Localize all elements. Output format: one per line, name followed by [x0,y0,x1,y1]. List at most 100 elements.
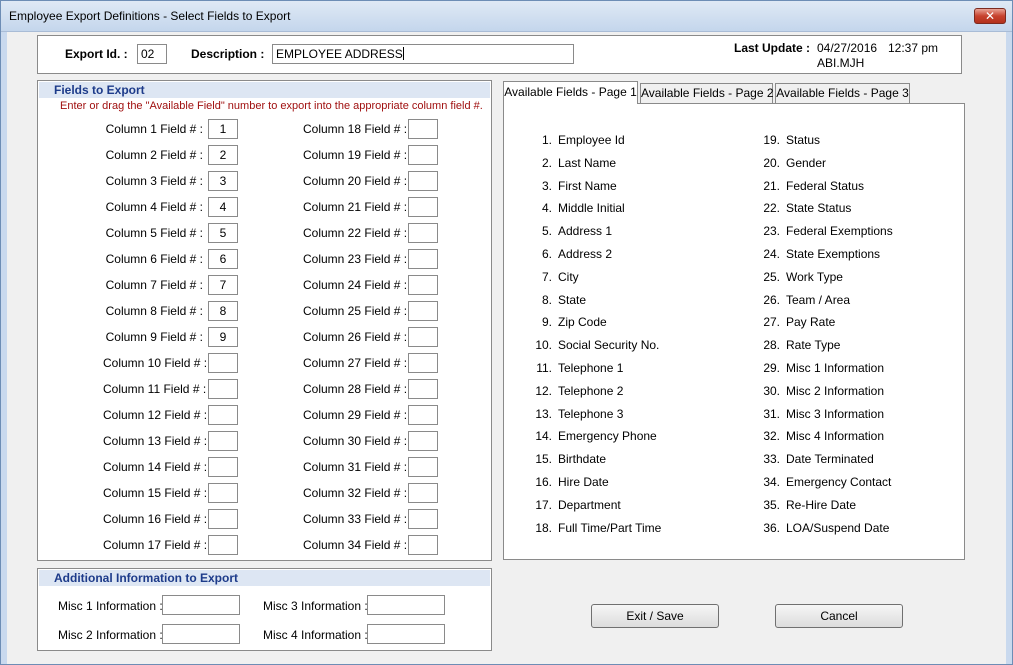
exit-save-button[interactable]: Exit / Save [591,604,719,628]
column-field-label: Column 8 Field # : [105,304,203,318]
misc4-field[interactable] [367,624,445,644]
available-field-item[interactable]: Last Name [558,156,616,170]
available-field-item[interactable]: City [558,270,579,284]
column-field-input[interactable]: 3 [208,171,238,191]
column-field-input[interactable] [408,431,438,451]
available-field-item[interactable]: Federal Status [786,179,864,193]
column-field-input[interactable] [408,223,438,243]
available-field-item[interactable]: Address 1 [558,224,612,238]
available-field-item[interactable]: Birthdate [558,452,606,466]
available-field-item[interactable]: Social Security No. [558,338,659,352]
available-field-item[interactable]: Federal Exemptions [786,224,893,238]
column-field-input[interactable]: 4 [208,197,238,217]
column-field-input[interactable]: 7 [208,275,238,295]
tab-available-fields-page-1[interactable]: Available Fields - Page 1 [503,81,638,104]
available-field-item[interactable]: Date Terminated [786,452,874,466]
available-field-number: 24. [763,247,780,261]
misc3-label: Misc 3 Information : [263,599,368,613]
tab-available-fields-page-3[interactable]: Available Fields - Page 3 [775,83,910,103]
column-field-input[interactable] [208,457,238,477]
column-field-input[interactable] [408,197,438,217]
column-field-input[interactable]: 5 [208,223,238,243]
column-field-input[interactable] [208,535,238,555]
column-field-label: Column 10 Field # : [103,356,208,370]
column-field-input[interactable] [208,509,238,529]
column-field-input[interactable] [208,483,238,503]
column-field-input[interactable] [408,405,438,425]
export-id-field[interactable]: 02 [137,44,167,64]
tab-available-fields-page-2[interactable]: Available Fields - Page 2 [640,83,774,103]
available-field-item[interactable]: Telephone 2 [558,384,623,398]
column-field-input[interactable] [208,405,238,425]
available-field-item[interactable]: Department [558,498,621,512]
column-field-input[interactable]: 2 [208,145,238,165]
available-field-item[interactable]: State Exemptions [786,247,880,261]
available-field-item[interactable]: State [558,293,586,307]
cancel-button[interactable]: Cancel [775,604,903,628]
available-field-item[interactable]: Misc 4 Information [786,429,884,443]
available-field-item[interactable]: Rate Type [786,338,840,352]
column-field-label: Column 11 Field # : [103,382,207,396]
misc2-field[interactable] [162,624,240,644]
column-field-input[interactable] [408,275,438,295]
available-field-number: 8. [541,292,552,307]
available-field-item[interactable]: Misc 2 Information [786,384,884,398]
available-field-item[interactable]: LOA/Suspend Date [786,521,889,535]
available-field-number: 19. [763,133,780,147]
available-field-item[interactable]: Telephone 1 [558,361,623,375]
available-field-item[interactable]: Team / Area [786,293,850,307]
available-field-item[interactable]: Misc 3 Information [786,407,884,421]
column-field-input[interactable] [408,457,438,477]
column-field-label: Column 34 Field # : [303,538,408,552]
description-field[interactable]: EMPLOYEE ADDRESS [272,44,574,64]
available-field-item[interactable]: Hire Date [558,475,609,489]
available-field-item[interactable]: State Status [786,201,851,215]
column-field-input[interactable] [408,535,438,555]
available-field-item[interactable]: Full Time/Part Time [558,521,661,535]
available-field-item[interactable]: Emergency Phone [558,429,657,443]
available-field-number: 20. [763,155,780,170]
available-field-item[interactable]: Employee Id [558,133,625,147]
column-field-input[interactable] [408,249,438,269]
column-field-input[interactable] [408,509,438,529]
column-field-input[interactable] [208,379,238,399]
available-field-item[interactable]: Misc 1 Information [786,361,884,375]
column-field-input[interactable]: 8 [208,301,238,321]
column-field-input[interactable] [208,353,238,373]
column-field-input[interactable]: 6 [208,249,238,269]
available-field-item[interactable]: Re-Hire Date [786,498,856,512]
column-field-input[interactable]: 1 [208,119,238,139]
available-field-number: 31. [763,406,780,421]
available-field-number: 11. [536,361,552,375]
available-field-item[interactable]: Middle Initial [558,201,625,215]
available-field-item[interactable]: Gender [786,156,826,170]
column-field-input[interactable] [408,301,438,321]
column-field-input[interactable]: 9 [208,327,238,347]
available-field-item[interactable]: Address 2 [558,247,612,261]
column-field-label: Column 5 Field # : [105,226,203,240]
column-field-input[interactable] [408,327,438,347]
column-field-input[interactable] [408,353,438,373]
column-field-input[interactable] [408,119,438,139]
column-field-input[interactable] [208,431,238,451]
close-button[interactable]: ✕ [974,8,1006,24]
available-field-item[interactable]: Zip Code [558,315,607,329]
title-bar[interactable]: Employee Export Definitions - Select Fie… [1,1,1012,32]
available-field-item[interactable]: Status [786,133,820,147]
column-field-input[interactable] [408,483,438,503]
available-field-number: 3. [541,178,552,193]
column-field-input[interactable] [408,379,438,399]
available-field-item[interactable]: Telephone 3 [558,407,623,421]
available-field-item[interactable]: Emergency Contact [786,475,891,489]
misc3-field[interactable] [367,595,445,615]
available-field-item[interactable]: Pay Rate [786,315,835,329]
column-field-label: Column 3 Field # : [105,174,203,188]
column-field-label: Column 17 Field # : [103,538,208,552]
available-field-item[interactable]: First Name [558,179,617,193]
column-field-input[interactable] [408,171,438,191]
available-field-number: 22. [763,201,780,216]
column-field-input[interactable] [408,145,438,165]
available-field-item[interactable]: Work Type [786,270,843,284]
misc1-field[interactable] [162,595,240,615]
available-field-number: 1. [541,133,552,147]
